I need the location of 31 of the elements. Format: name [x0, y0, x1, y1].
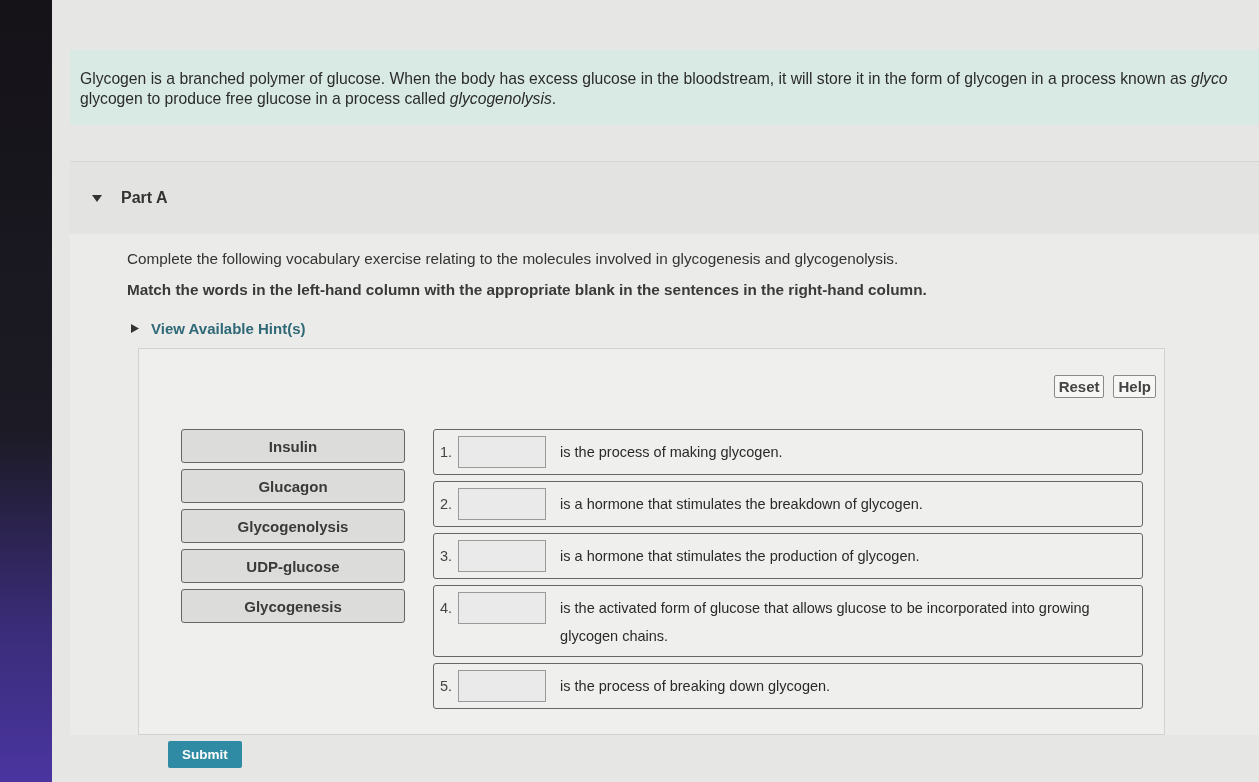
sentence-text: is the process of breaking down glycogen. [560, 677, 832, 696]
toolbar-button[interactable]: Reset [1053, 375, 1105, 398]
word-tile[interactable]: UDP-glucose [181, 549, 405, 583]
answer-box[interactable] [458, 592, 547, 624]
word-tile[interactable]: Glycogenesis [181, 589, 405, 623]
sentence-number: 3. [440, 547, 453, 566]
word-tile[interactable]: Insulin [181, 429, 405, 463]
sentence-text: is a hormone that stimulates the breakdown of glycogen. [560, 495, 924, 514]
toolbar-button[interactable]: Help [1113, 375, 1156, 398]
part-title: Part A [121, 189, 168, 207]
sentence-text: is the process of making glycogen. [560, 443, 784, 462]
word-tile[interactable]: Glycogenolysis [181, 509, 405, 543]
directive-text: Match the words in the left-hand column with the appropriate blank in the sentences in the right-hand column. [127, 281, 928, 299]
submit-button[interactable]: Submit [168, 741, 242, 768]
sentence-number: 2. [440, 495, 453, 514]
caret-icon[interactable] [131, 324, 139, 333]
answer-box[interactable] [458, 436, 547, 468]
sentence-text: is the activated form of glucose that allows glucose to be incorporated into growing glycogen chains. [560, 599, 1091, 646]
sentence-number: 4. [440, 599, 453, 618]
intro-text: glycogen to produce free glucose in a process called glycogenolysis. [80, 90, 558, 108]
sentence-number: 1. [440, 443, 453, 462]
hint-link[interactable]: View Available Hint(s) [151, 320, 306, 337]
intro-text: Glycogen is a branched polymer of glucose. When the body has excess glucose in the bloodstream, it will store it in the form of glycogen in a process known as glyco [80, 70, 1229, 88]
answer-box[interactable] [458, 488, 547, 520]
caret-icon[interactable] [92, 193, 102, 203]
word-tile[interactable]: Glucagon [181, 469, 405, 503]
sentence-text: is a hormone that stimulates the production of glycogen. [560, 547, 921, 566]
sentence-number: 5. [440, 677, 453, 696]
answer-box[interactable] [458, 670, 547, 702]
instructions-text: Complete the following vocabulary exercise relating to the molecules involved in glycogenesis and glycogenolysis. [127, 250, 900, 268]
answer-box[interactable] [458, 540, 547, 572]
